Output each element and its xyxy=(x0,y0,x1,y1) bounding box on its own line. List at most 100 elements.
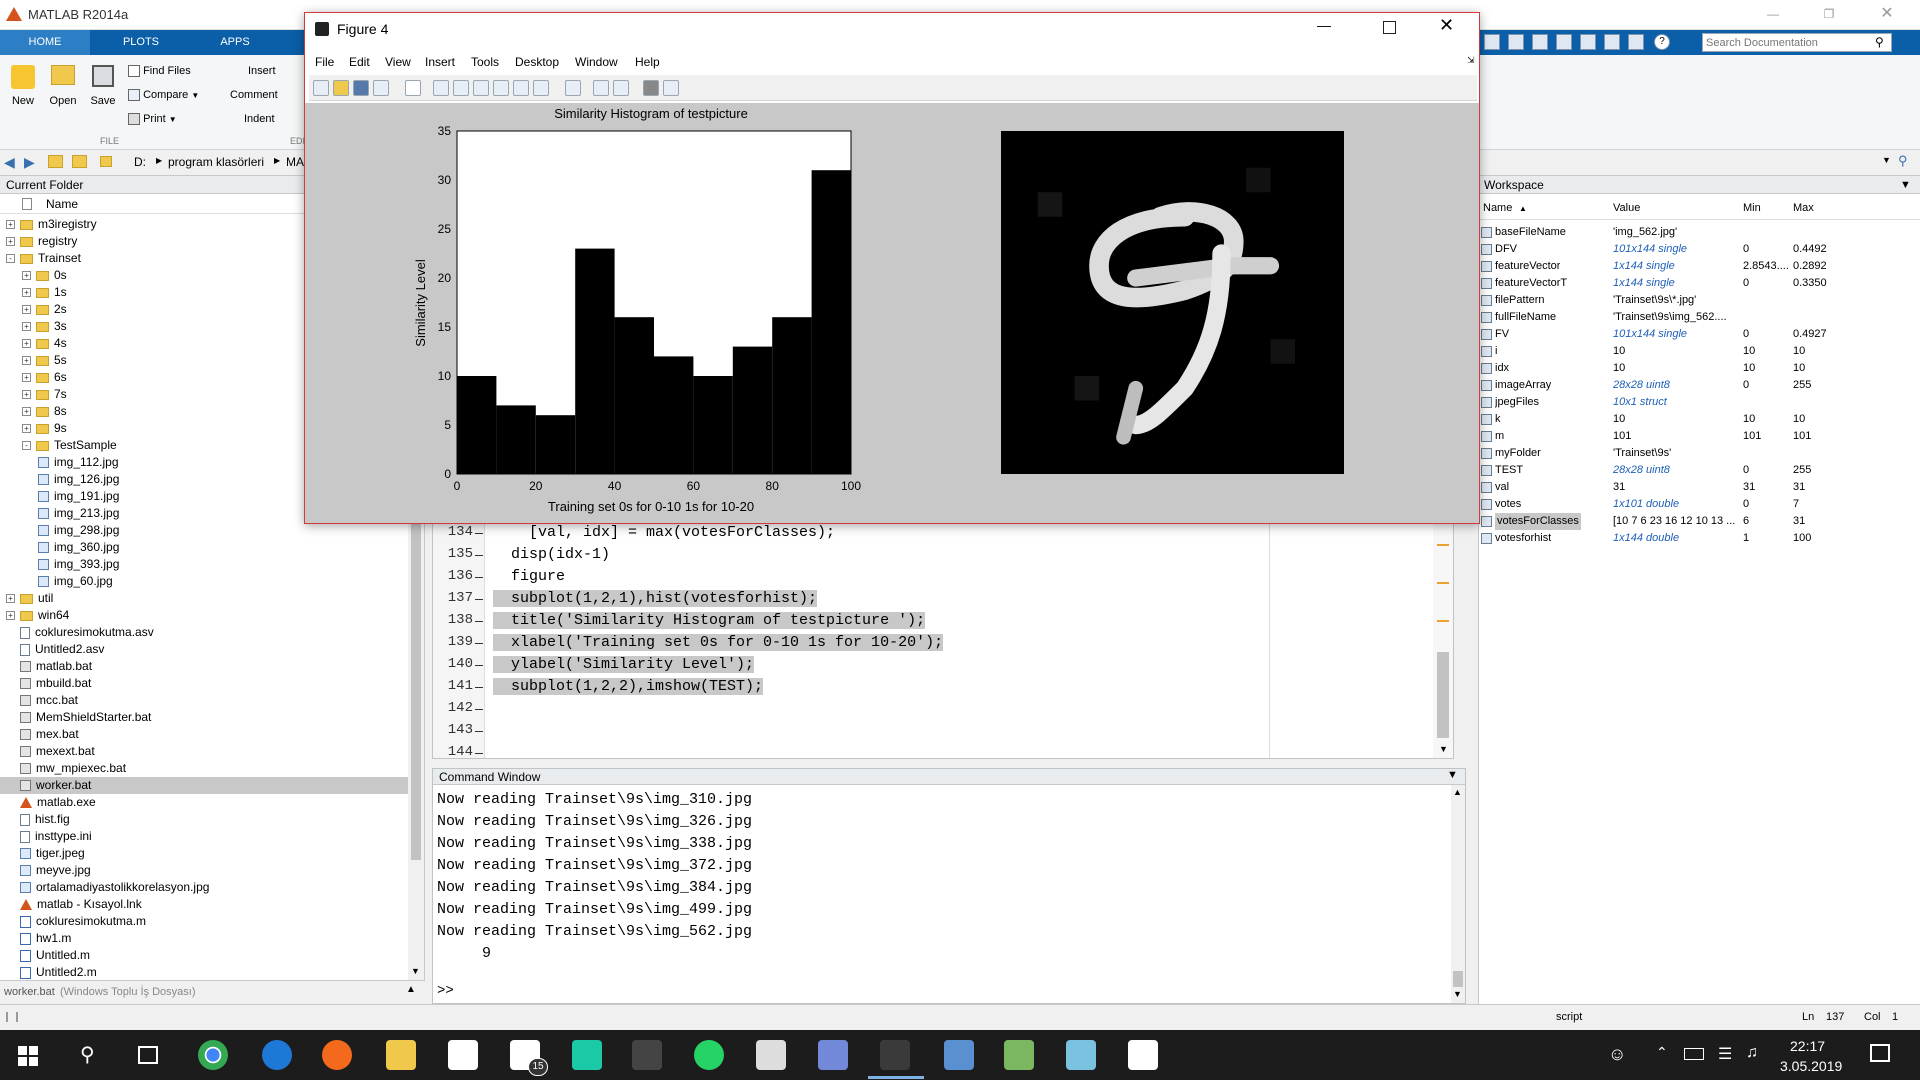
folder-tree-file[interactable]: Untitled2.m xyxy=(0,964,408,981)
code-line[interactable]: title('Similarity Histogram of testpictu… xyxy=(493,612,926,629)
expand-icon[interactable]: + xyxy=(22,407,31,417)
back-icon[interactable]: ◀ xyxy=(4,154,15,171)
task-view-icon[interactable] xyxy=(138,1046,158,1064)
wifi-icon[interactable]: ☰ xyxy=(1718,1044,1732,1064)
photos-icon[interactable] xyxy=(1128,1040,1158,1070)
undo-icon[interactable] xyxy=(1580,34,1596,50)
workspace-variable-row[interactable]: k 10 10 10 xyxy=(1479,411,1920,428)
matlab-taskbar-icon[interactable] xyxy=(880,1040,910,1070)
insert-colorbar-icon[interactable] xyxy=(593,80,609,96)
folder-tree-file[interactable]: img_360.jpg xyxy=(0,539,408,556)
zoom-out-icon[interactable] xyxy=(453,80,469,96)
expand-icon[interactable]: + xyxy=(22,322,31,332)
open-button[interactable]: Open xyxy=(46,65,80,131)
redo-icon[interactable] xyxy=(1604,34,1620,50)
show-plot-tools-icon[interactable] xyxy=(663,80,679,96)
workspace-variable-row[interactable]: idx 10 10 10 xyxy=(1479,360,1920,377)
switch-windows-icon[interactable] xyxy=(1628,34,1644,50)
workspace-variable-row[interactable]: votesforhist 1x144 double 1 100 xyxy=(1479,530,1920,547)
breadcrumb-part-folder[interactable]: program klasörleri xyxy=(168,155,264,169)
whatsapp-icon[interactable] xyxy=(694,1040,724,1070)
folder-tree-file[interactable]: mex.bat xyxy=(0,726,408,743)
comment-button[interactable]: Comment xyxy=(230,89,278,101)
minimize-icon[interactable]: — xyxy=(1758,2,1788,26)
folder-tree-file[interactable]: tiger.jpeg xyxy=(0,845,408,862)
figure-maximize-icon[interactable] xyxy=(1383,21,1396,34)
scroll-down-icon[interactable]: ▼ xyxy=(411,966,420,976)
tray-expand-icon[interactable]: ⌃ xyxy=(1656,1044,1668,1061)
expand-icon[interactable]: + xyxy=(22,339,31,349)
folder-tree-file[interactable]: hist.fig xyxy=(0,811,408,828)
menu-insert[interactable]: Insert xyxy=(425,55,455,69)
browse-folder-icon[interactable] xyxy=(72,155,87,168)
chrome-icon[interactable] xyxy=(198,1040,228,1070)
save-figure-icon[interactable] xyxy=(353,80,369,96)
figure-dock-icon[interactable]: ⇲ xyxy=(1467,55,1475,66)
details-expand-icon[interactable]: ▲ xyxy=(406,984,416,995)
open-file-icon[interactable] xyxy=(333,80,349,96)
action-center-icon[interactable] xyxy=(1870,1044,1890,1062)
code-line[interactable]: subplot(1,2,1),hist(votesforhist); xyxy=(493,590,818,607)
workspace-variable-row[interactable]: i 10 10 10 xyxy=(1479,343,1920,360)
folder-tree-file[interactable]: img_298.jpg xyxy=(0,522,408,539)
mail-icon[interactable]: 15 xyxy=(510,1040,548,1076)
workspace-variable-row[interactable]: fullFileName 'Trainset\9s\img_562.... xyxy=(1479,309,1920,326)
collapse-icon[interactable]: - xyxy=(6,254,15,264)
expand-icon[interactable]: + xyxy=(22,424,31,434)
folder-tree-file[interactable]: Untitled.m xyxy=(0,947,408,964)
indent-button[interactable]: Indent xyxy=(244,113,275,125)
clock-date[interactable]: 3.05.2019 xyxy=(1780,1058,1842,1074)
scroll-down-icon[interactable]: ▼ xyxy=(1453,989,1462,999)
warning-marker[interactable] xyxy=(1437,544,1449,546)
folder-tree-file[interactable]: ortalamadiyastolikkorelasyon.jpg xyxy=(0,879,408,896)
save-button[interactable]: Save xyxy=(86,65,120,131)
help-icon[interactable]: ? xyxy=(1654,34,1670,50)
collapse-icon[interactable]: - xyxy=(22,441,31,451)
folder-tree-file[interactable]: mbuild.bat xyxy=(0,675,408,692)
folder-tree-folder[interactable]: + win64 xyxy=(0,607,408,624)
hide-plot-tools-icon[interactable] xyxy=(643,80,659,96)
command-prompt[interactable]: >> xyxy=(437,983,454,999)
code-line[interactable]: subplot(1,2,2),imshow(TEST); xyxy=(493,678,764,695)
virtualbox-icon[interactable] xyxy=(944,1040,974,1070)
warning-marker[interactable] xyxy=(1437,582,1449,584)
pan-icon[interactable] xyxy=(473,80,489,96)
forward-icon[interactable]: ▶ xyxy=(24,154,35,171)
clock-time[interactable]: 22:17 xyxy=(1790,1038,1825,1054)
workspace-variable-row[interactable]: val 31 31 31 xyxy=(1479,479,1920,496)
breadcrumb-part-matlab[interactable]: MA xyxy=(286,155,304,169)
folder-tree-file[interactable]: Untitled2.asv xyxy=(0,641,408,658)
folder-tree-folder[interactable]: + util xyxy=(0,590,408,607)
tab-apps[interactable]: APPS xyxy=(190,30,280,55)
notepad-icon[interactable] xyxy=(1004,1040,1034,1070)
folder-tree-file[interactable]: worker.bat xyxy=(0,777,408,794)
code-line[interactable]: [val, idx] = max(votesForClasses); xyxy=(493,524,835,541)
volume-icon[interactable]: ♫ xyxy=(1746,1044,1758,1062)
store-icon[interactable] xyxy=(448,1040,478,1070)
folder-tree-file[interactable]: img_393.jpg xyxy=(0,556,408,573)
expand-icon[interactable]: + xyxy=(6,220,15,230)
code-line[interactable]: ylabel('Similarity Level'); xyxy=(493,656,755,673)
data-cursor-icon[interactable] xyxy=(513,80,529,96)
menu-help[interactable]: Help xyxy=(635,55,660,69)
command-scroll-thumb[interactable] xyxy=(1453,971,1463,987)
link-plot-icon[interactable] xyxy=(565,80,581,96)
workspace-menu-icon[interactable]: ▼ xyxy=(1900,176,1911,194)
menu-tools[interactable]: Tools xyxy=(471,55,499,69)
folder-tree-file[interactable]: insttype.ini xyxy=(0,828,408,845)
tab-plots[interactable]: PLOTS xyxy=(96,30,186,55)
workspace-variable-row[interactable]: imageArray 28x28 uint8 0 255 xyxy=(1479,377,1920,394)
people-icon[interactable]: ☺ xyxy=(1608,1044,1626,1065)
app-blue-icon[interactable] xyxy=(1066,1040,1096,1070)
brush-icon[interactable] xyxy=(533,80,549,96)
up-folder-icon[interactable] xyxy=(48,155,63,168)
expand-icon[interactable]: + xyxy=(6,594,15,604)
expand-icon[interactable]: + xyxy=(22,271,31,281)
warning-marker[interactable] xyxy=(1437,620,1449,622)
firefox-icon[interactable] xyxy=(322,1040,352,1070)
search-icon[interactable]: ⚲ xyxy=(80,1042,95,1067)
workspace-variable-row[interactable]: baseFileName 'img_562.jpg' xyxy=(1479,224,1920,241)
workspace-variable-row[interactable]: featureVectorT 1x144 single 0 0.3350 xyxy=(1479,275,1920,292)
expand-icon[interactable]: + xyxy=(22,305,31,315)
menu-window[interactable]: Window xyxy=(575,55,618,69)
